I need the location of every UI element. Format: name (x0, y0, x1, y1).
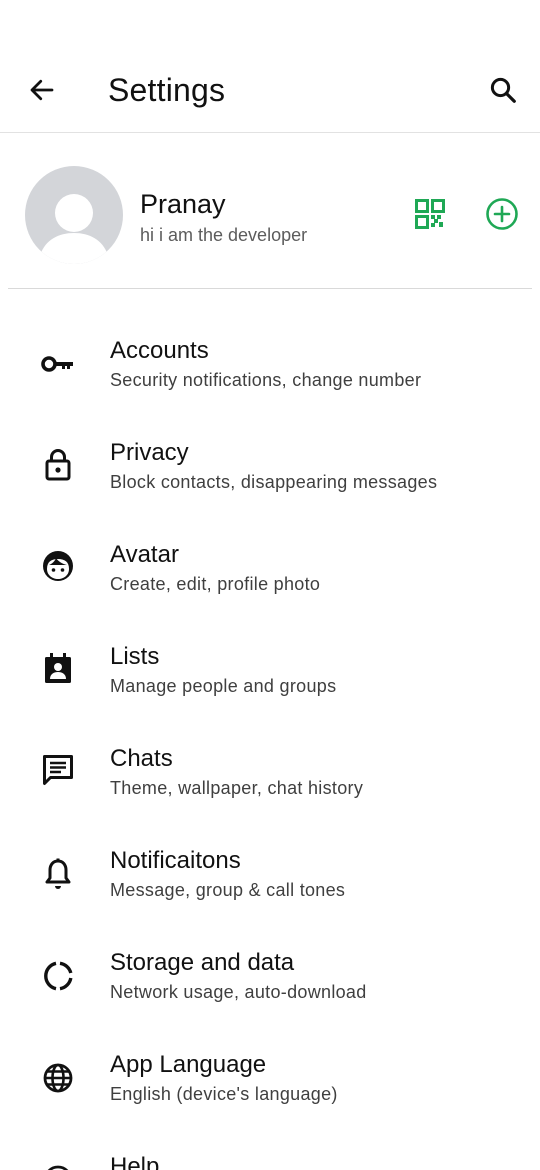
item-title: Notificaitons (110, 847, 241, 874)
settings-item-chats[interactable]: Chats Theme, wallpaper, chat history (0, 744, 540, 846)
bell-icon (40, 856, 76, 892)
globe-icon (40, 1060, 76, 1096)
settings-item-accounts[interactable]: Accounts Security notifications, change … (0, 336, 540, 438)
settings-item-notifications[interactable]: Notificaitons Message, group & call tone… (0, 846, 540, 948)
item-subtitle: Network usage, auto-download (110, 982, 367, 1002)
contact-list-icon (40, 650, 76, 686)
settings-item-privacy[interactable]: Privacy Block contacts, disappearing mes… (0, 438, 540, 540)
item-title: Privacy (110, 439, 189, 466)
item-subtitle: Theme, wallpaper, chat history (110, 778, 364, 798)
item-subtitle: Manage people and groups (110, 676, 337, 696)
item-title: Avatar (110, 541, 179, 568)
item-title: Storage and data (110, 949, 295, 976)
item-subtitle: Block contacts, disappearing messages (110, 472, 438, 492)
item-title: Accounts (110, 337, 209, 364)
help-icon (40, 1162, 76, 1170)
settings-item-app-language[interactable]: App Language English (device's language) (0, 1050, 540, 1152)
settings-screen: Settings Pranay hi i am the developer Ac… (0, 0, 540, 1170)
settings-item-help[interactable]: Help (0, 1152, 540, 1170)
item-title: Chats (110, 745, 173, 772)
item-title: App Language (110, 1051, 267, 1078)
avatar-face-icon (40, 548, 76, 584)
item-subtitle: English (device's language) (110, 1084, 338, 1104)
storage-icon (40, 958, 76, 994)
item-subtitle: Message, group & call tones (110, 880, 346, 900)
settings-item-avatar[interactable]: Avatar Create, edit, profile photo (0, 540, 540, 642)
settings-item-storage[interactable]: Storage and data Network usage, auto-dow… (0, 948, 540, 1050)
item-title: Help (110, 1153, 160, 1170)
item-title: Lists (110, 643, 160, 670)
key-icon (40, 346, 76, 382)
settings-list: Accounts Security notifications, change … (0, 0, 540, 1170)
item-subtitle: Create, edit, profile photo (110, 574, 321, 594)
settings-item-lists[interactable]: Lists Manage people and groups (0, 642, 540, 744)
item-subtitle: Security notifications, change number (110, 370, 422, 390)
lock-icon (40, 446, 76, 482)
chat-icon (40, 752, 76, 788)
